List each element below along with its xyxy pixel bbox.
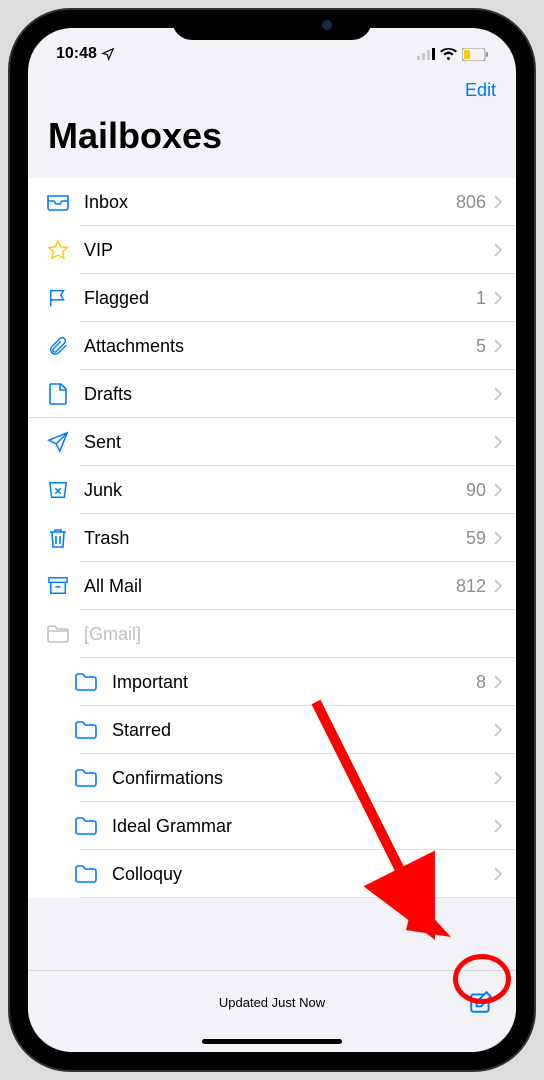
screen: 10:48 Edit Mailboxes xyxy=(28,28,516,1052)
mailbox-row-drafts[interactable]: Drafts xyxy=(28,370,516,418)
inbox-icon xyxy=(44,190,72,214)
chevron-right-icon xyxy=(494,387,502,401)
mailbox-count: 1 xyxy=(476,288,486,309)
page-title: Mailboxes xyxy=(28,109,516,169)
mailbox-count: 59 xyxy=(466,528,486,549)
mailbox-label: Attachments xyxy=(84,336,476,357)
sync-status: Updated Just Now xyxy=(219,995,325,1010)
chevron-right-icon xyxy=(494,291,502,305)
toolbar: Updated Just Now xyxy=(28,970,516,1052)
nav-bar: Edit xyxy=(28,72,516,109)
archive-icon xyxy=(44,574,72,598)
chevron-right-icon xyxy=(494,531,502,545)
wifi-icon xyxy=(440,48,457,60)
chevron-right-icon xyxy=(494,579,502,593)
chevron-right-icon xyxy=(494,243,502,257)
mailbox-count: 812 xyxy=(456,576,486,597)
mailbox-row-trash[interactable]: Trash 59 xyxy=(28,514,516,562)
mailbox-row-attachments[interactable]: Attachments 5 xyxy=(28,322,516,370)
mailbox-row-junk[interactable]: Junk 90 xyxy=(28,466,516,514)
chevron-right-icon xyxy=(494,675,502,689)
trash-icon xyxy=(44,526,72,550)
folder-icon xyxy=(72,718,100,742)
paperclip-icon xyxy=(44,334,72,358)
chevron-right-icon xyxy=(494,771,502,785)
mailbox-label: All Mail xyxy=(84,576,456,597)
mailbox-label: Sent xyxy=(84,432,494,453)
annotation-highlight-circle xyxy=(453,954,511,1004)
cellular-signal-icon xyxy=(417,48,435,60)
folder-icon xyxy=(72,862,100,886)
notch xyxy=(172,10,372,40)
mailbox-label: Trash xyxy=(84,528,466,549)
mailbox-row-flagged[interactable]: Flagged 1 xyxy=(28,274,516,322)
clock: 10:48 xyxy=(56,45,97,63)
mailbox-count: 90 xyxy=(466,480,486,501)
home-indicator[interactable] xyxy=(202,1039,342,1044)
phone-frame: 10:48 Edit Mailboxes xyxy=(10,10,534,1070)
chevron-right-icon xyxy=(494,195,502,209)
folder-icon xyxy=(72,670,100,694)
folder-icon xyxy=(72,766,100,790)
mailbox-label: [Gmail] xyxy=(84,624,502,645)
junk-icon xyxy=(44,478,72,502)
draft-icon xyxy=(44,382,72,406)
mailbox-label: Flagged xyxy=(84,288,476,309)
folder-disabled-icon xyxy=(44,622,72,646)
mailbox-count: 806 xyxy=(456,192,486,213)
star-icon xyxy=(44,238,72,262)
chevron-right-icon xyxy=(494,483,502,497)
edit-button[interactable]: Edit xyxy=(465,80,496,101)
mailbox-row-inbox[interactable]: Inbox 806 xyxy=(28,178,516,226)
battery-icon xyxy=(462,48,488,61)
location-arrow-icon xyxy=(101,47,115,61)
chevron-right-icon xyxy=(494,819,502,833)
annotation-arrow xyxy=(296,692,456,952)
mailbox-label: Junk xyxy=(84,480,466,501)
chevron-right-icon xyxy=(494,435,502,449)
mailbox-row-sent[interactable]: Sent xyxy=(28,418,516,466)
mailbox-label: Inbox xyxy=(84,192,456,213)
mailbox-label: Important xyxy=(112,672,476,693)
mailbox-label: VIP xyxy=(84,240,494,261)
paperplane-icon xyxy=(44,430,72,454)
mailbox-count: 8 xyxy=(476,672,486,693)
mailbox-count: 5 xyxy=(476,336,486,357)
mailbox-row--gmail-: [Gmail] xyxy=(28,610,516,658)
mailbox-label: Drafts xyxy=(84,384,494,405)
chevron-right-icon xyxy=(494,867,502,881)
mailbox-row-all-mail[interactable]: All Mail 812 xyxy=(28,562,516,610)
folder-icon xyxy=(72,814,100,838)
mailbox-row-vip[interactable]: VIP xyxy=(28,226,516,274)
flag-icon xyxy=(44,286,72,310)
chevron-right-icon xyxy=(494,723,502,737)
chevron-right-icon xyxy=(494,339,502,353)
